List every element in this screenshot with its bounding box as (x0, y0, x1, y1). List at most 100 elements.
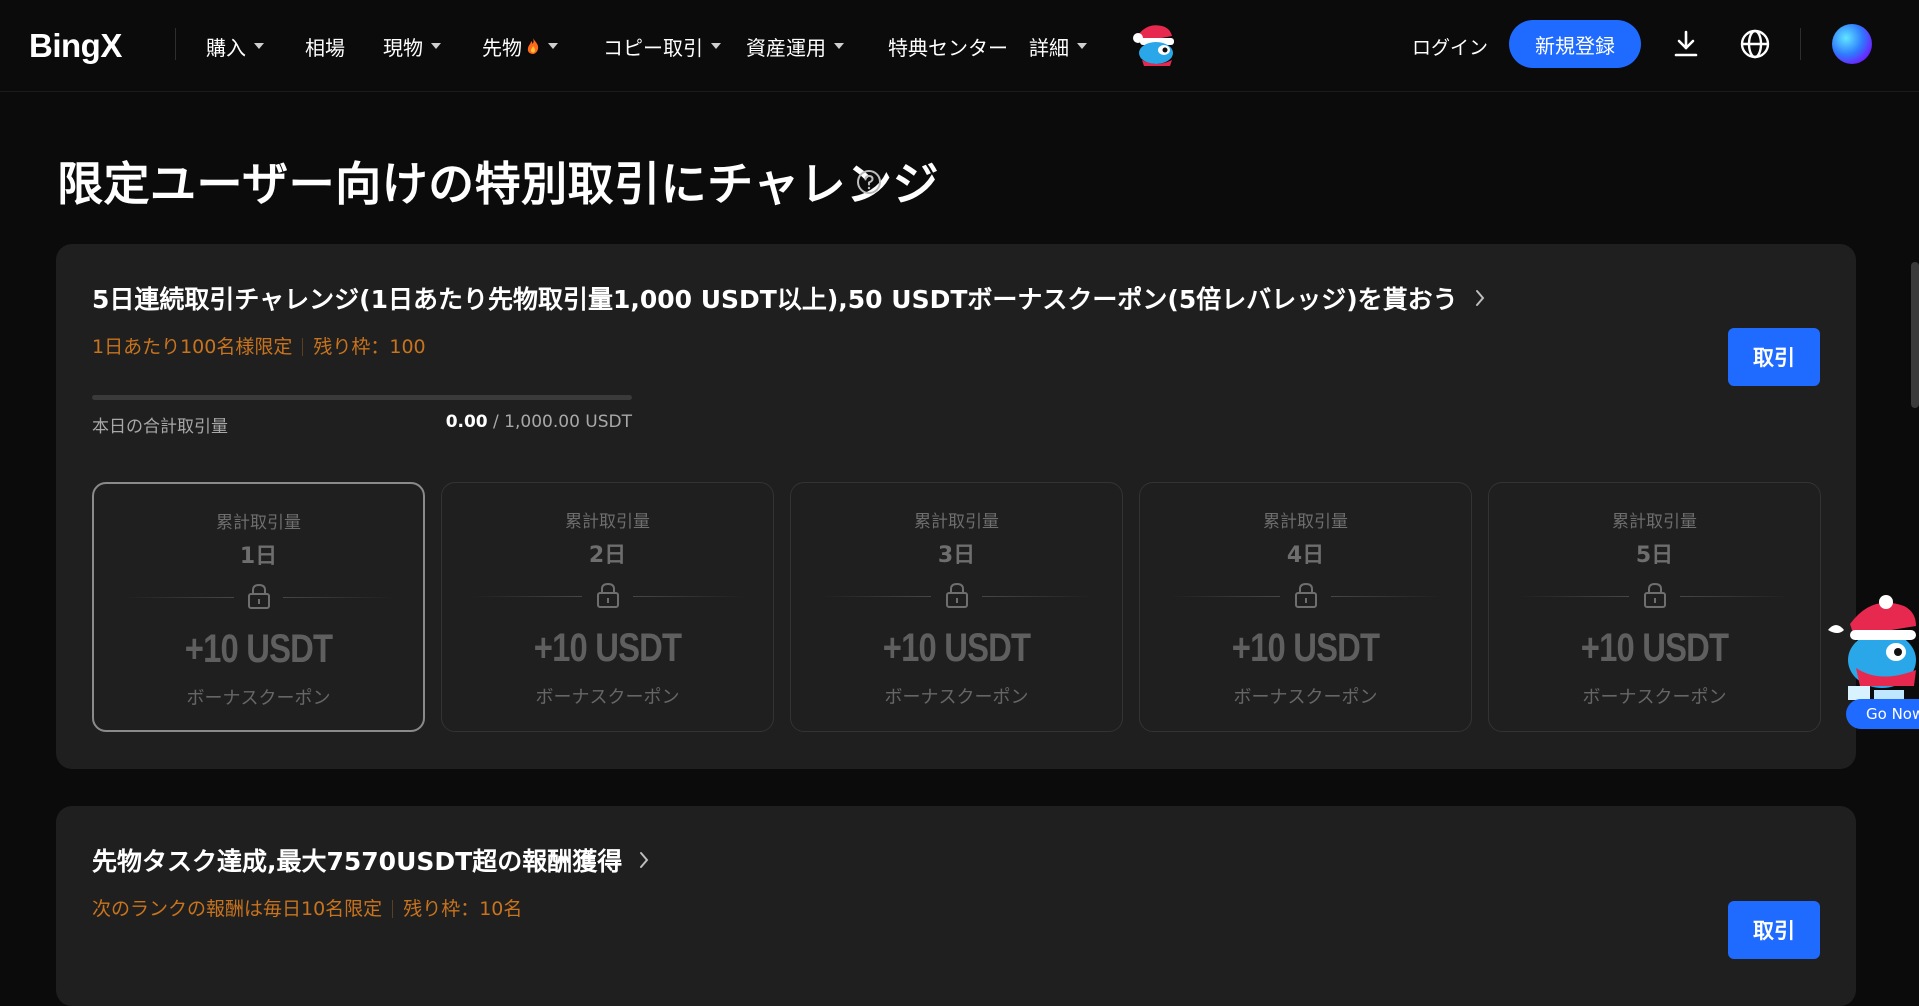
nav-label: 先物 (482, 35, 522, 60)
day-number: 1日 (239, 544, 278, 569)
lock-icon (945, 582, 968, 608)
reward-amount: +10 USDT (882, 626, 1031, 670)
divider (982, 596, 1092, 597)
today-volume-value: 0.00 / 1,000.00 USDT (92, 412, 632, 432)
nav-divider (175, 28, 176, 60)
daily-limit-text: 1日あたり100名様限定 (92, 336, 293, 358)
nav-label: コピー取引 (603, 35, 703, 60)
challenge-card-5day: 5日連続取引チャレンジ(1日あたり先物取引量1,000 USDT以上),50 U… (56, 244, 1856, 769)
chevron-down-icon (431, 43, 441, 49)
divider (1519, 596, 1629, 597)
day-reward-card: 累計取引量 4日 +10 USDT ボーナスクーポン (1139, 482, 1472, 732)
divider (633, 596, 743, 597)
reward-amount: +10 USDT (533, 626, 682, 670)
trade-button[interactable]: 取引 (1728, 328, 1820, 386)
day-number: 2日 (588, 543, 627, 568)
trade-button[interactable]: 取引 (1728, 901, 1820, 959)
challenge-limit-info: 次のランクの報酬は毎日10名限定 残り枠：10名 (92, 894, 522, 921)
day-reward-card: 累計取引量 5日 +10 USDT ボーナスクーポン (1488, 482, 1821, 732)
challenge-title-link[interactable]: 先物タスク達成,最大7570USDT超の報酬獲得 (92, 842, 650, 878)
download-icon[interactable] (1668, 26, 1704, 62)
cumulative-volume-label: 累計取引量 (1263, 512, 1348, 532)
challenge-limit-info: 1日あたり100名様限定 残り枠：100 (92, 332, 426, 359)
nav-label: 現物 (383, 35, 423, 60)
nav-item-futures[interactable]: 先物 (482, 0, 558, 92)
divider (1680, 596, 1790, 597)
bingx-logo[interactable]: BingX (29, 27, 122, 65)
bonus-coupon-label: ボーナスクーポン (1233, 687, 1378, 708)
nav-label: 購入 (206, 35, 246, 60)
day-number: 3日 (937, 543, 976, 568)
nav-item-copy-trading[interactable]: コピー取引 (603, 0, 721, 92)
nav-item-rewards-center[interactable]: 特典センター (888, 0, 1008, 92)
daily-limit-text: 次のランクの報酬は毎日10名限定 (92, 898, 383, 920)
bonus-coupon-label: ボーナスクーポン (884, 687, 1029, 708)
holiday-mascot-icon[interactable] (1128, 20, 1180, 68)
divider (302, 338, 304, 356)
divider (1170, 596, 1280, 597)
lock-icon (1294, 582, 1317, 608)
bonus-coupon-label: ボーナスクーポン (535, 687, 680, 708)
nav-label: 相場 (305, 35, 345, 60)
nav-label: 詳細 (1029, 35, 1069, 60)
bonus-coupon-label: ボーナスクーポン (1582, 687, 1727, 708)
challenge-title: 先物タスク達成,最大7570USDT超の報酬獲得 (92, 847, 623, 876)
login-link[interactable]: ログイン (1412, 0, 1488, 92)
nav-divider (1800, 28, 1801, 60)
nav-label: 資産運用 (746, 35, 826, 60)
lock-icon (1643, 582, 1666, 608)
reward-amount: +10 USDT (184, 627, 333, 671)
divider (392, 900, 394, 918)
nav-item-spot[interactable]: 現物 (383, 0, 441, 92)
divider (821, 596, 931, 597)
day-rewards-row: 累計取引量 1日 +10 USDT ボーナスクーポン 累計取引量 2日 +10 USDT ボー… (92, 482, 1821, 732)
chevron-down-icon (711, 43, 721, 49)
challenge-title-link[interactable]: 5日連続取引チャレンジ(1日あたり先物取引量1,000 USDT以上),50 U… (92, 280, 1486, 316)
bonus-coupon-label: ボーナスクーポン (186, 688, 331, 709)
volume-current: 0.00 (445, 412, 488, 432)
cumulative-volume-label: 累計取引量 (1612, 512, 1697, 532)
remaining-slots-text: 残り枠：100 (313, 336, 426, 358)
divider (124, 597, 234, 598)
avatar[interactable] (1832, 24, 1872, 64)
nav-item-earn[interactable]: 資産運用 (746, 0, 844, 92)
chevron-down-icon (1077, 43, 1087, 49)
nav-label: 特典センター (888, 35, 1008, 60)
divider (283, 597, 393, 598)
day-number: 4日 (1286, 543, 1325, 568)
volume-target: / 1,000.00 USDT (487, 412, 632, 432)
reward-amount: +10 USDT (1231, 626, 1380, 670)
page-title: 限定ユーザー向けの特別取引にチャレンジ (57, 157, 940, 211)
reward-amount: +10 USDT (1580, 626, 1729, 670)
challenge-card-futures-task: 先物タスク達成,最大7570USDT超の報酬獲得 次のランクの報酬は毎日10名限… (56, 806, 1856, 1006)
help-icon[interactable] (856, 169, 882, 195)
challenge-title: 5日連続取引チャレンジ(1日あたり先物取引量1,000 USDT以上),50 U… (92, 285, 1458, 314)
chevron-down-icon (834, 43, 844, 49)
globe-icon[interactable] (1737, 26, 1773, 62)
chevron-down-icon (548, 43, 558, 49)
chevron-right-icon (640, 852, 649, 868)
day-reward-card: 累計取引量 1日 +10 USDT ボーナスクーポン (92, 482, 425, 732)
lock-icon (247, 583, 270, 609)
day-number: 5日 (1635, 543, 1674, 568)
cumulative-volume-label: 累計取引量 (914, 512, 999, 532)
page-scrollbar[interactable] (1911, 262, 1919, 408)
chevron-right-icon (1475, 290, 1484, 306)
nav-item-markets[interactable]: 相場 (305, 0, 345, 92)
flame-icon (526, 37, 540, 55)
nav-item-buy[interactable]: 購入 (206, 0, 264, 92)
go-now-button[interactable]: Go Now (1846, 699, 1919, 729)
divider (472, 596, 582, 597)
cumulative-volume-label: 累計取引量 (565, 512, 650, 532)
day-reward-card: 累計取引量 3日 +10 USDT ボーナスクーポン (790, 482, 1123, 732)
top-nav-bar: BingX 購入 相場 現物 先物 コピー取引 資産運用 特典センター 詳細 ロ… (0, 0, 1919, 92)
cumulative-volume-label: 累計取引量 (216, 513, 301, 533)
nav-item-more[interactable]: 詳細 (1029, 0, 1087, 92)
signup-button[interactable]: 新規登録 (1509, 20, 1641, 68)
volume-progress-bar (92, 395, 632, 400)
lock-icon (596, 582, 619, 608)
chevron-down-icon (254, 43, 264, 49)
divider (1331, 596, 1441, 597)
day-reward-card: 累計取引量 2日 +10 USDT ボーナスクーポン (441, 482, 774, 732)
remaining-slots-text: 残り枠：10名 (403, 898, 523, 920)
